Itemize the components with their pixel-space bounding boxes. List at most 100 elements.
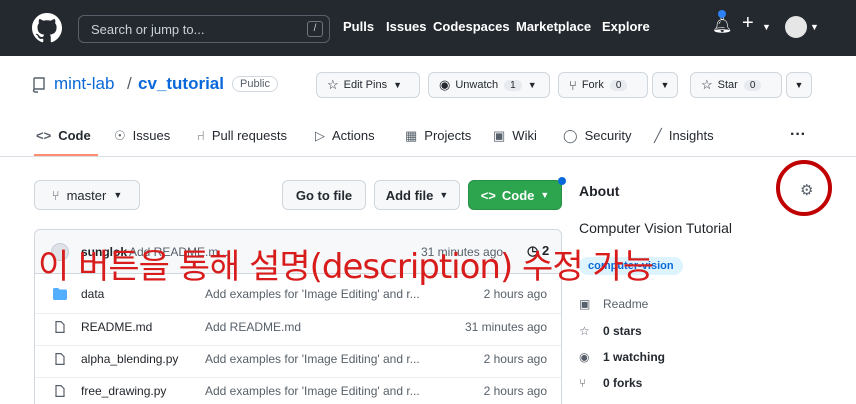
file-icon [55,353,65,365]
watch-count: 1 [504,79,522,91]
tabs-divider [0,156,856,157]
nav-codespaces[interactable]: Codespaces [433,19,510,34]
file-time: 2 hours ago [483,352,547,366]
code-button-label: Code [501,187,535,203]
tab-projects[interactable]: ▦ Projects [405,128,471,144]
bell-icon[interactable]: 🔔︎ [712,15,732,35]
fork-button[interactable]: ⑂ Fork 0 [558,72,648,98]
forks-link[interactable]: ⑂ 0 forks [579,376,642,390]
github-logo-icon[interactable] [32,13,62,43]
star-count: 0 [743,79,762,91]
repo-description: Computer Vision Tutorial [579,220,733,236]
file-commit-message[interactable]: Add README.md [205,320,301,334]
file-commit-message[interactable]: Add examples for 'Image Editing' and r..… [205,384,420,398]
tab-wiki-label: Wiki [512,128,537,143]
repo-owner-link[interactable]: mint-lab [54,74,114,94]
nav-issues[interactable]: Issues [386,19,426,34]
file-name[interactable]: data [81,287,104,301]
star-label: Star [717,79,738,91]
unwatch-button[interactable]: ◉ Unwatch 1 ▼ [428,72,550,98]
tab-projects-label: Projects [424,128,472,143]
repo-icon [32,77,45,93]
file-commit-message[interactable]: Add examples for 'Image Editing' and r..… [205,352,420,366]
annotation-text: 이 버튼을 통해 설명(description) 수정 가능 [38,247,654,287]
plus-icon[interactable]: + [742,12,754,35]
slash-shortcut-key: / [307,21,323,37]
file-time: 2 hours ago [483,384,547,398]
chevron-down-icon: ▼ [393,80,402,90]
edit-pins-button[interactable]: ☆ Edit Pins ▼ [316,72,420,98]
tab-pull-requests[interactable]: ⑁ Pull requests [197,128,287,143]
forks-label: 0 forks [603,376,643,390]
branch-name: master [66,187,107,203]
code-dropdown-button[interactable]: <> Code ▼ [468,180,562,210]
issue-icon: ☉ [114,128,126,143]
tab-issues[interactable]: ☉ Issues [114,128,170,144]
search-input[interactable]: Search or jump to... / [78,15,330,43]
table-row[interactable]: free_drawing.py Add examples for 'Image … [35,377,561,403]
tab-issues-label: Issues [132,128,171,143]
branch-selector-button[interactable]: ⑂ master ▼ [34,180,140,210]
file-time: 31 minutes ago [464,320,547,334]
update-dot [558,177,566,185]
table-row[interactable]: README.md Add README.md 31 minutes ago [35,313,561,339]
watching-link[interactable]: ◉ 1 watching [579,350,665,364]
tab-actions-label: Actions [332,128,375,143]
file-time: 2 hours ago [483,287,547,301]
more-menu-icon[interactable]: ··· [790,126,806,144]
edit-pins-label: Edit Pins [343,79,388,91]
file-commit-message[interactable]: Add examples for 'Image Editing' and r..… [205,287,420,301]
chevron-down-icon: ▼ [439,190,449,200]
file-name[interactable]: free_drawing.py [81,384,166,398]
add-file-button[interactable]: Add file ▼ [374,180,460,210]
file-icon [55,385,65,397]
play-icon: ▷ [315,128,325,143]
tab-insights-label: Insights [668,128,714,143]
tab-code-label: Code [58,128,91,143]
table-icon: ▦ [405,128,418,143]
tab-security[interactable]: ◯ Security [563,128,632,144]
code-icon: <> [36,128,52,143]
nav-marketplace[interactable]: Marketplace [516,19,591,34]
readme-label: Readme [603,297,649,311]
fork-count: 0 [609,79,628,91]
tab-pull-requests-label: Pull requests [211,128,287,143]
tab-code[interactable]: <> Code [36,128,91,143]
tab-wiki[interactable]: ▣ Wiki [493,128,537,144]
repo-name-link[interactable]: cv_tutorial [138,74,224,94]
repo-separator: / [127,74,132,93]
chevron-down-icon: ▼ [527,80,537,90]
fork-icon: ⑂ [569,77,577,93]
go-to-file-button[interactable]: Go to file [282,180,366,210]
shield-icon: ◯ [563,128,578,143]
graph-icon: ╱ [654,128,662,143]
fork-label: Fork [581,79,604,91]
star-icon: ☆ [701,77,713,92]
file-name[interactable]: README.md [81,320,152,334]
chevron-down-icon[interactable]: ▼ [762,22,771,32]
global-header: Search or jump to... / Pulls Issues Code… [0,0,856,56]
tab-actions[interactable]: ▷ Actions [315,128,375,144]
nav-pulls[interactable]: Pulls [343,19,374,34]
table-row[interactable]: alpha_blending.py Add examples for 'Imag… [35,345,561,371]
file-icon [55,321,65,333]
chevron-down-icon[interactable]: ▼ [810,22,819,32]
fork-dropdown-button[interactable]: ▼ [652,72,678,98]
star-dropdown-button[interactable]: ▼ [786,72,812,98]
tab-insights[interactable]: ╱ Insights [654,128,714,144]
pull-request-icon: ⑁ [197,128,205,143]
star-button[interactable]: ☆ Star 0 [690,72,782,98]
branch-icon: ⑂ [51,187,60,203]
readme-link[interactable]: ▣ Readme [579,297,648,311]
avatar[interactable] [785,16,807,38]
chevron-down-icon: ▼ [540,190,550,200]
search-placeholder: Search or jump to... [91,22,205,37]
visibility-badge: Public [232,76,278,92]
stars-link[interactable]: ☆ 0 stars [579,324,642,338]
notification-dot [718,10,726,18]
star-icon: ☆ [579,324,590,338]
file-name[interactable]: alpha_blending.py [81,352,178,366]
nav-explore[interactable]: Explore [602,19,650,34]
book-icon: ▣ [579,297,591,311]
chevron-down-icon: ▼ [113,190,123,200]
